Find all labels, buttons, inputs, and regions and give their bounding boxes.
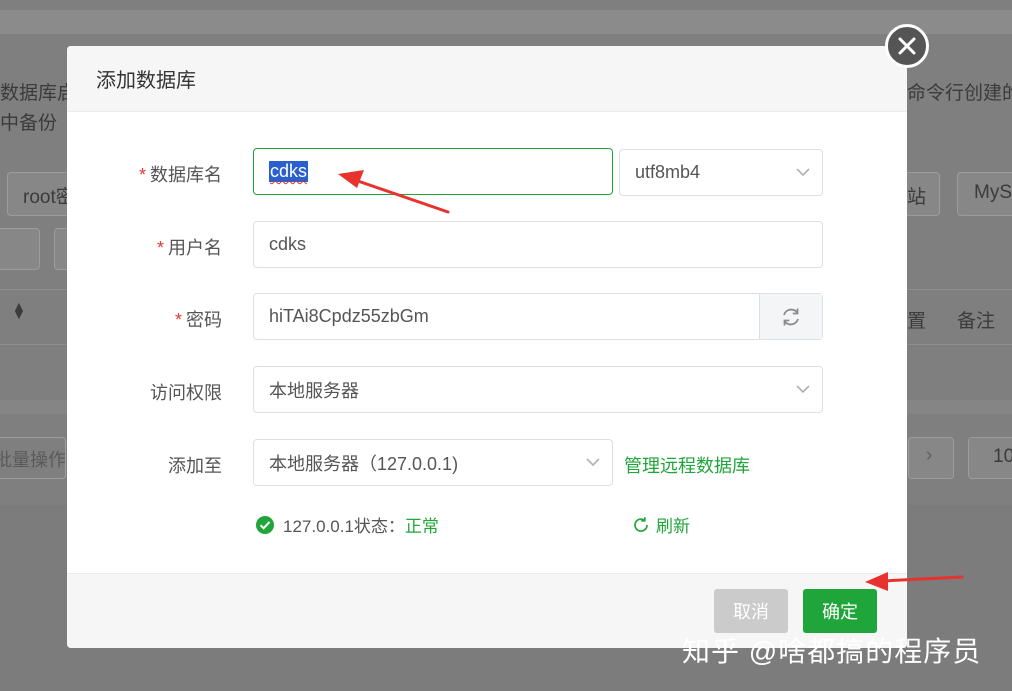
close-icon xyxy=(898,37,916,55)
username-label: * 用户名 xyxy=(156,238,222,258)
annotation-arrow-icon xyxy=(865,572,964,591)
charset-value: utf8mb4 xyxy=(635,162,701,182)
watermark: 知乎 @啥都搞的程序员 xyxy=(682,636,982,667)
chevron-down-icon xyxy=(586,458,600,467)
add-to-select[interactable]: 本地服务器（127.0.0.1) xyxy=(253,439,613,486)
close-dialog-button[interactable] xyxy=(885,24,929,68)
server-status-value: 正常 xyxy=(404,517,439,536)
regenerate-password-button[interactable] xyxy=(759,294,822,339)
access-value: 本地服务器 xyxy=(269,380,359,401)
manage-remote-database-link[interactable]: 管理远程数据库 xyxy=(624,452,750,478)
background-column-header: 置 xyxy=(907,311,927,332)
add-to-value: 本地服务器（127.0.0.1) xyxy=(269,453,459,474)
refresh-label: 刷新 xyxy=(656,517,690,536)
cancel-button[interactable]: 取消 xyxy=(714,589,788,633)
background-column-header: 备注 xyxy=(957,311,996,332)
required-mark: * xyxy=(174,310,182,330)
background-hint-text: 数据库启 xyxy=(0,83,77,104)
refresh-icon xyxy=(634,516,648,532)
background-button-label: MyS xyxy=(974,182,1012,203)
add-to-label: 添加至 xyxy=(168,456,222,476)
password-label: * 密码 xyxy=(174,310,222,330)
required-mark: * xyxy=(138,165,146,185)
background-batch-select-box xyxy=(0,437,66,479)
background-page-size-value: 10 xyxy=(993,446,1012,467)
add-database-dialog: 添加数据库 * 数据库名 cdks utf8mb4 * 用户名 cdks * 密码 h… xyxy=(67,46,907,648)
db-name-value: cdks xyxy=(269,161,309,182)
annotation-arrow-icon xyxy=(338,170,450,214)
chevron-right-icon: › xyxy=(926,445,933,466)
username-input[interactable]: cdks xyxy=(253,221,823,268)
background-select xyxy=(0,228,40,270)
server-status: 127.0.0.1状态： 正常 xyxy=(255,512,439,537)
required-mark: * xyxy=(156,238,164,258)
db-name-label: * 数据库名 xyxy=(138,165,222,185)
chevron-down-icon xyxy=(796,385,810,394)
server-status-prefix: 127.0.0.1状态： xyxy=(283,517,405,536)
background-hint-text: 命令行创建的 xyxy=(907,83,1012,104)
refresh-status-link[interactable]: 刷新 xyxy=(632,512,690,537)
background-sort-icon: ▲ ▼ xyxy=(12,298,26,322)
check-circle-icon xyxy=(256,515,274,534)
password-input[interactable]: hiTAi8Cpdz55zbGm xyxy=(253,293,823,340)
background-hint-text: 中备份 xyxy=(0,113,58,134)
dialog-header: 添加数据库 xyxy=(67,46,907,112)
password-value: hiTAi8Cpdz55zbGm xyxy=(269,306,429,326)
access-label: 访问权限 xyxy=(150,383,222,403)
username-value: cdks xyxy=(269,234,307,254)
dialog-title: 添加数据库 xyxy=(96,70,196,92)
access-select[interactable]: 本地服务器 xyxy=(253,366,823,413)
background-button-label: 站 xyxy=(907,187,927,208)
chevron-down-icon xyxy=(796,168,810,177)
background-top-bar xyxy=(0,10,1012,34)
regenerate-icon xyxy=(783,308,799,325)
charset-select[interactable]: utf8mb4 xyxy=(619,149,823,196)
